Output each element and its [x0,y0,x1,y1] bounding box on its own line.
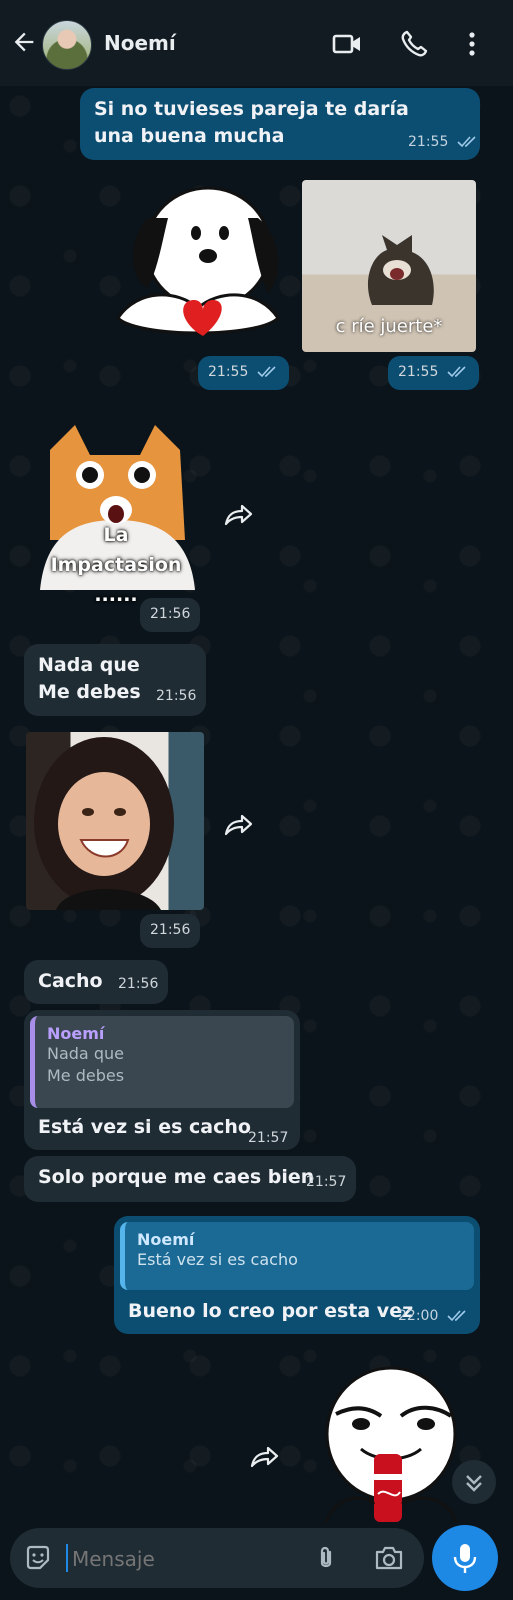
photo-time: 21:55 [388,356,479,390]
avatar[interactable] [42,20,92,70]
message-text: Si no tuvieses pareja te daría una buena… [94,98,409,147]
photo-time: 21:56 [140,914,201,948]
message-time: 21:55 [408,134,479,150]
voice-record-button[interactable] [432,1525,498,1591]
contact-name[interactable]: Noemí [104,31,176,55]
incoming-message[interactable]: Nada que Me debes 21:56 [24,644,206,716]
quoted-text: Nada que Me debes [47,1043,282,1087]
sticker-text-line: La [103,524,129,546]
incoming-message[interactable]: Cacho 21:56 [24,960,168,1004]
microphone-icon [453,1544,477,1573]
quoted-author: Noemí [47,1024,105,1043]
read-ticks-icon [457,136,476,148]
attach-paperclip-icon[interactable] [312,1544,340,1572]
message-time: 21:56 [156,688,197,704]
cat-figure-icon [367,235,434,305]
meme-face-coke-sticker[interactable] [316,1354,466,1522]
sticker-text: La Impactasion ...... [30,520,202,610]
message-text: Está vez si es cacho [38,1116,251,1138]
photo-caption: c ríe juerte* [335,316,443,337]
message-input[interactable] [70,1540,294,1578]
incoming-reply-message[interactable]: Noemí Nada que Me debes Está vez si es c… [24,1010,300,1150]
message-text: Solo porque me caes bien [38,1166,315,1188]
message-text: Bueno lo creo por esta vez [128,1300,414,1322]
message-time: 22:00 [398,1308,469,1324]
laughing-cat-photo[interactable]: c ríe juerte* [302,180,476,352]
message-composer [10,1528,424,1588]
message-line: Nada que [38,654,140,676]
forward-icon[interactable] [220,808,256,844]
message-time: 21:57 [306,1174,347,1190]
camera-icon[interactable] [374,1544,404,1572]
message-time: 21:56 [118,976,159,992]
phone-call-icon[interactable] [398,28,430,60]
incoming-message[interactable]: Solo porque me caes bien 21:57 [24,1156,356,1202]
message-text: Nada que Me debes [38,652,141,706]
message-text: Cacho [38,970,103,992]
quoted-message[interactable]: Noemí Nada que Me debes [30,1016,294,1108]
scroll-to-bottom-button[interactable] [452,1460,496,1504]
read-ticks-icon [257,366,276,378]
forward-icon[interactable] [220,498,256,534]
sticker-time: 21:56 [140,598,201,632]
message-time: 21:57 [248,1130,289,1146]
girl-laughing-photo[interactable] [26,732,204,910]
quoted-line: Me debes [47,1066,125,1085]
video-call-icon[interactable] [331,28,363,60]
sticker-time: 21:55 [198,356,289,390]
impactasion-cat-sticker[interactable]: La Impactasion ...... [30,420,202,606]
sticker-emoji-icon[interactable] [24,1544,52,1572]
quoted-line: Nada que [47,1044,124,1063]
girl-portrait-icon [34,737,174,910]
quoted-author: Noemí [137,1230,195,1249]
forward-icon[interactable] [246,1440,282,1476]
quoted-message[interactable]: Noemí Está vez si es cacho [120,1222,474,1290]
read-ticks-icon [447,1310,466,1322]
chat-header: Noemí [0,0,513,86]
read-ticks-icon [447,366,466,378]
text-cursor [66,1544,68,1572]
back-arrow-icon[interactable] [10,28,38,56]
more-options-icon[interactable] [456,28,488,60]
outgoing-reply-message[interactable]: Noemí Está vez si es cacho Bueno lo creo… [114,1216,480,1334]
quoted-text: Está vez si es cacho [137,1250,298,1269]
message-line: Me debes [38,681,141,703]
double-chevron-down-icon [466,1475,482,1492]
outgoing-message[interactable]: Si no tuvieses pareja te daría una buena… [80,88,480,160]
snoopy-heart-sticker[interactable] [108,178,288,354]
